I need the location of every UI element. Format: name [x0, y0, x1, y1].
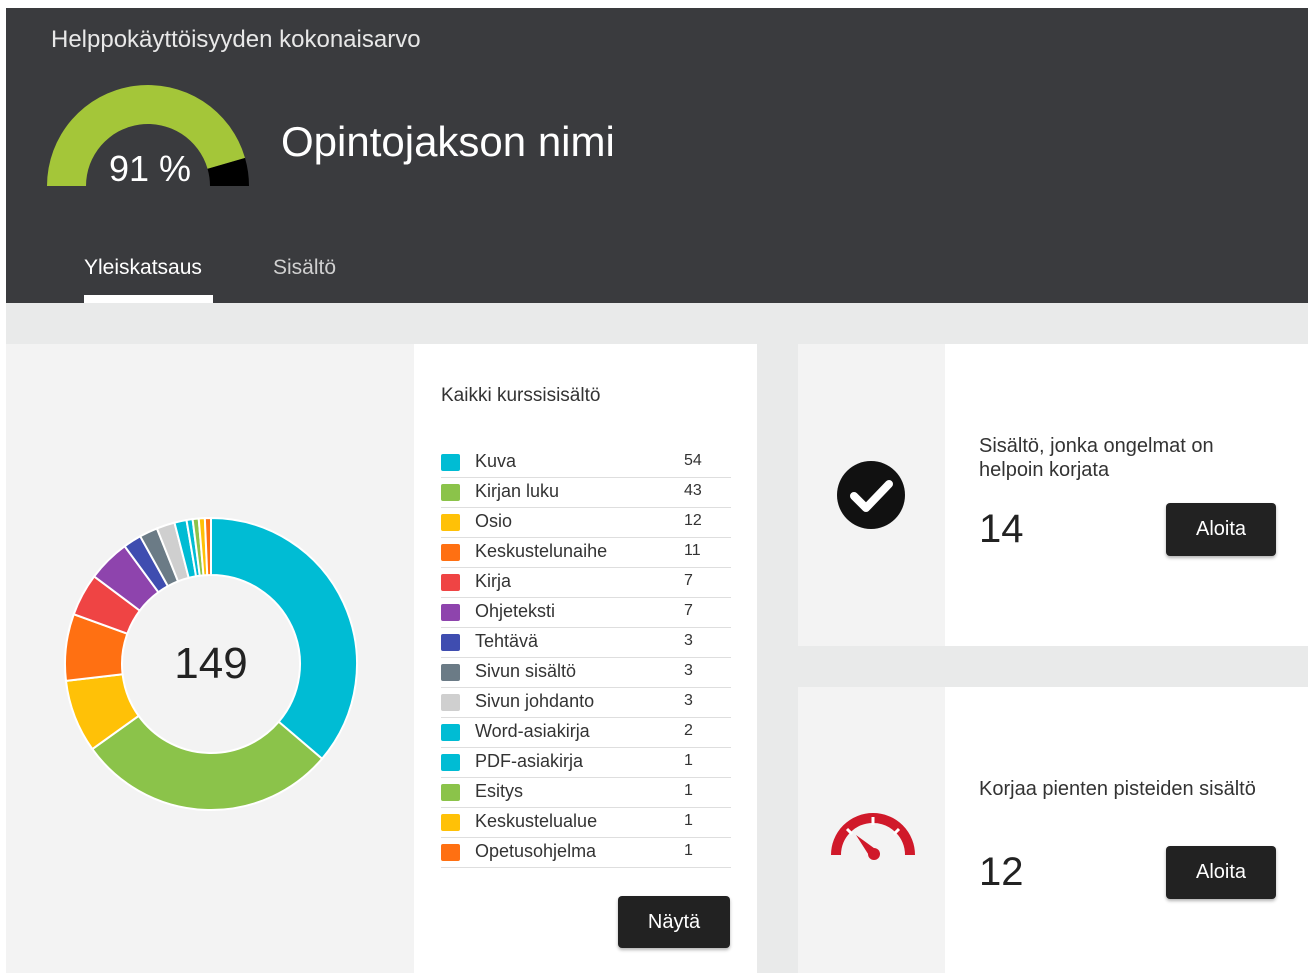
- check-circle-icon: [837, 461, 905, 529]
- list-item-label: Osio: [475, 511, 513, 531]
- list-item-label: Sivun sisältö: [475, 661, 577, 681]
- list-item: Esitys 1: [441, 778, 731, 808]
- list-item-label: Tehtävä: [475, 631, 539, 651]
- legend-swatch: [441, 844, 460, 861]
- list-item-count: 3: [684, 662, 693, 679]
- overall-score-label: Helppokäyttöisyyden kokonaisarvo: [51, 26, 421, 53]
- legend-swatch: [441, 484, 460, 501]
- list-item-count: 1: [684, 782, 693, 799]
- list-item: Kirja 7: [441, 568, 731, 598]
- list-item-label: Esitys: [475, 781, 524, 801]
- list-item: Word-asiakirja 2: [441, 718, 731, 748]
- content-list-panel: Kaikki kurssisisältö Kuva 54 Kirjan luku 43…: [414, 344, 757, 973]
- list-item-count: 1: [684, 752, 693, 769]
- legend-swatch: [441, 754, 460, 771]
- legend-swatch: [441, 664, 460, 681]
- list-item: Osio 12: [441, 508, 731, 538]
- list-item-label: Keskustelunaihe: [475, 541, 608, 561]
- list-item: Ohjeteksti 7: [441, 598, 731, 628]
- list-item: Kirjan luku 43: [441, 478, 731, 508]
- list-item: Sivun sisältö 3: [441, 658, 731, 688]
- list-item: PDF-asiakirja 1: [441, 748, 731, 778]
- legend-swatch: [441, 724, 460, 741]
- easiest-fix-card: Sisältö, jonka ongelmat on helpoin korja…: [798, 344, 1308, 646]
- legend-swatch: [441, 814, 460, 831]
- legend-swatch: [441, 544, 460, 561]
- speedometer-icon: [831, 813, 915, 860]
- list-item-label: Ohjeteksti: [475, 601, 556, 621]
- header: Helppokäyttöisyyden kokonaisarvo 91 % Op…: [6, 8, 1308, 303]
- list-item: Tehtävä 3: [441, 628, 731, 658]
- tab-content[interactable]: Sisältö: [273, 256, 336, 280]
- list-item-count: 2: [684, 722, 693, 739]
- legend-swatch: [441, 454, 460, 471]
- donut-slice: [90, 714, 324, 811]
- list-item-count: 1: [684, 812, 693, 829]
- list-item-count: 54: [684, 452, 702, 469]
- list-item-count: 7: [684, 572, 693, 589]
- list-item: Keskustelualue 1: [441, 808, 731, 838]
- legend-swatch: [441, 634, 460, 651]
- content-total: 149: [174, 639, 248, 688]
- low-score-title: Korjaa pienten pisteiden sisältö: [979, 778, 1256, 800]
- legend-swatch: [441, 784, 460, 801]
- low-score-card: Korjaa pienten pisteiden sisältö 12 Aloi…: [798, 687, 1308, 973]
- content-list-title: Kaikki kurssisisältö: [441, 385, 601, 406]
- list-item: Keskustelunaihe 11: [441, 538, 731, 568]
- list-item-label: Opetusohjelma: [475, 841, 597, 861]
- legend-swatch: [441, 694, 460, 711]
- easiest-fix-title: Sisältö, jonka ongelmat on helpoin korja…: [979, 435, 1214, 481]
- list-item-label: Kirjan luku: [475, 481, 560, 501]
- score-value: 91 %: [109, 148, 192, 189]
- list-item-count: 3: [684, 632, 693, 649]
- active-tab-indicator: [84, 295, 213, 303]
- easiest-fix-count: 14: [979, 507, 1024, 551]
- list-item-label: Kirja: [475, 571, 512, 591]
- list-item-count: 1: [684, 842, 693, 859]
- list-item-count: 12: [684, 512, 702, 529]
- legend-swatch: [441, 604, 460, 621]
- list-item-label: PDF-asiakirja: [475, 751, 584, 771]
- start-low-score-button[interactable]: Aloita: [1166, 846, 1276, 899]
- list-item-label: Sivun johdanto: [475, 691, 595, 711]
- tab-overview[interactable]: Yleiskatsaus: [84, 256, 202, 280]
- donut-panel: 149: [6, 344, 414, 973]
- list-item-label: Keskustelualue: [475, 811, 598, 831]
- legend-swatch: [441, 574, 460, 591]
- content-type-list: Kuva 54 Kirjan luku 43 Osio 12 Keskustelunaihe…: [441, 448, 731, 868]
- list-item: Opetusohjelma 1: [441, 838, 731, 868]
- list-item-count: 43: [684, 482, 702, 499]
- start-easiest-fix-button[interactable]: Aloita: [1166, 503, 1276, 556]
- list-item-count: 3: [684, 692, 693, 709]
- course-name: Opintojakson nimi: [281, 118, 615, 165]
- list-item-label: Kuva: [475, 451, 517, 471]
- show-button[interactable]: Näytä: [618, 896, 730, 948]
- legend-swatch: [441, 514, 460, 531]
- list-item: Kuva 54: [441, 448, 731, 478]
- list-item-count: 7: [684, 602, 693, 619]
- list-item-label: Word-asiakirja: [475, 721, 590, 741]
- list-item: Sivun johdanto 3: [441, 688, 731, 718]
- low-score-count: 12: [979, 850, 1024, 894]
- list-item-count: 11: [684, 542, 701, 559]
